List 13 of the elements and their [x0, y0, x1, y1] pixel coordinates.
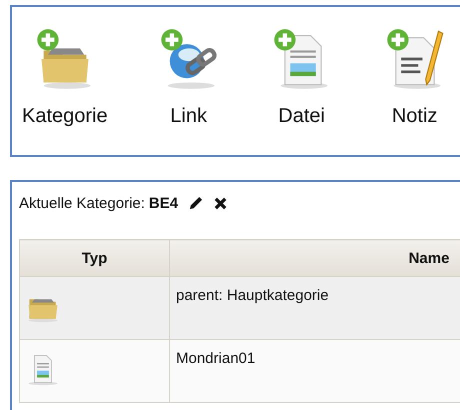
- column-header[interactable]: Typ: [20, 240, 170, 276]
- pencil-icon[interactable]: [188, 196, 204, 210]
- category-name: BE4: [148, 194, 178, 212]
- column-header[interactable]: Name: [170, 240, 460, 276]
- file-icon: [26, 352, 60, 386]
- add-button[interactable]: Datei: [270, 27, 334, 155]
- add-button[interactable]: Kategorie: [22, 27, 108, 155]
- close-icon[interactable]: [213, 196, 228, 210]
- table-cell: parent: Hauptkategorie: [170, 276, 460, 340]
- category-label: Aktuelle Kategorie:: [19, 194, 145, 212]
- table-cell: Mondrian01: [170, 340, 460, 402]
- add-button[interactable]: Notiz: [382, 27, 447, 155]
- add-button[interactable]: Link: [156, 27, 221, 155]
